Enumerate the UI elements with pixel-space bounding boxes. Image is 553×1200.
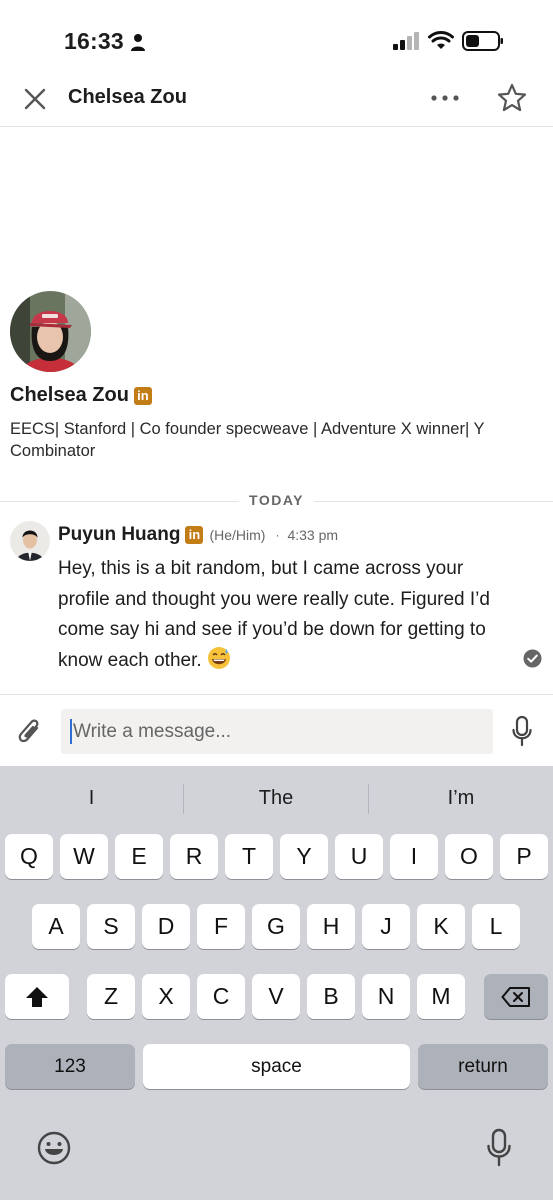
key-d[interactable]: D	[142, 904, 190, 949]
conversation-header: Chelsea Zou	[0, 70, 553, 127]
shift-icon	[26, 987, 48, 1007]
key-p[interactable]: P	[500, 834, 548, 879]
grinning-face-with-sweat-emoji	[207, 646, 230, 669]
suggestion-3[interactable]: I’m	[369, 780, 553, 816]
key-z[interactable]: Z	[87, 974, 135, 1019]
key-v[interactable]: V	[252, 974, 300, 1019]
linkedin-premium-badge: in	[185, 526, 204, 544]
date-divider: TODAY	[0, 491, 553, 511]
key-c[interactable]: C	[197, 974, 245, 1019]
key-g[interactable]: G	[252, 904, 300, 949]
cellular-signal-icon	[393, 32, 419, 50]
sender-avatar[interactable]	[10, 521, 50, 561]
profile-photo	[10, 291, 91, 372]
delete-key[interactable]	[484, 974, 548, 1019]
emoji-icon[interactable]	[36, 1130, 72, 1166]
key-q[interactable]: Q	[5, 834, 53, 879]
space-key[interactable]: space	[143, 1044, 410, 1089]
text-caret	[70, 719, 72, 744]
key-b[interactable]: B	[307, 974, 355, 1019]
backspace-icon	[501, 987, 530, 1007]
message-meta: Puyun Huang in (He/Him) · 4:33 pm	[58, 524, 338, 546]
key-m[interactable]: M	[417, 974, 465, 1019]
person-icon	[131, 34, 145, 51]
battery-icon	[462, 31, 503, 51]
sender-pronouns: (He/Him)	[209, 527, 266, 543]
more-horizontal-icon[interactable]	[428, 86, 462, 110]
key-k[interactable]: K	[417, 904, 465, 949]
message-body: Hey, this is a bit random, but I came ac…	[58, 558, 490, 671]
key-t[interactable]: T	[225, 834, 273, 879]
key-l[interactable]: L	[472, 904, 520, 949]
suggestion-2[interactable]: The	[184, 780, 368, 816]
key-y[interactable]: Y	[280, 834, 328, 879]
key-s[interactable]: S	[87, 904, 135, 949]
dictation-icon[interactable]	[486, 1128, 512, 1168]
key-w[interactable]: W	[60, 834, 108, 879]
wifi-icon	[428, 31, 454, 49]
key-o[interactable]: O	[445, 834, 493, 879]
profile-name-row: Chelsea Zou in	[10, 384, 152, 407]
read-receipt-icon	[523, 649, 542, 668]
key-a[interactable]: A	[32, 904, 80, 949]
key-n[interactable]: N	[362, 974, 410, 1019]
profile-avatar[interactable]	[10, 291, 91, 372]
key-j[interactable]: J	[362, 904, 410, 949]
date-divider-label: TODAY	[239, 492, 314, 508]
message-composer	[0, 694, 553, 766]
meta-separator: ·	[275, 528, 280, 542]
suggestion-1[interactable]: I	[0, 780, 183, 816]
key-i[interactable]: I	[390, 834, 438, 879]
microphone-icon[interactable]	[511, 715, 533, 747]
profile-headline: EECS| Stanford | Co founder specweave | …	[10, 420, 485, 460]
close-icon[interactable]	[20, 84, 50, 114]
sender-photo	[10, 521, 50, 561]
key-e[interactable]: E	[115, 834, 163, 879]
sender-name[interactable]: Puyun Huang	[58, 524, 180, 546]
profile-name[interactable]: Chelsea Zou	[10, 384, 129, 407]
key-h[interactable]: H	[307, 904, 355, 949]
key-r[interactable]: R	[170, 834, 218, 879]
return-key[interactable]: return	[418, 1044, 548, 1089]
ios-keyboard: I The I’m Q W E R T Y U I O P A S D F G …	[0, 766, 553, 1200]
key-u[interactable]: U	[335, 834, 383, 879]
paperclip-icon[interactable]	[16, 715, 44, 747]
key-f[interactable]: F	[197, 904, 245, 949]
key-x[interactable]: X	[142, 974, 190, 1019]
header-title[interactable]: Chelsea Zou	[68, 86, 187, 109]
message-timestamp: 4:33 pm	[287, 527, 339, 543]
numbers-key[interactable]: 123	[5, 1044, 135, 1089]
star-icon[interactable]	[496, 82, 528, 114]
shift-key[interactable]	[5, 974, 69, 1019]
message-input[interactable]	[61, 709, 493, 754]
linkedin-premium-badge: in	[133, 386, 152, 405]
status-time: 16:33	[64, 28, 124, 54]
message-text: Hey, this is a bit random, but I came ac…	[58, 554, 508, 676]
